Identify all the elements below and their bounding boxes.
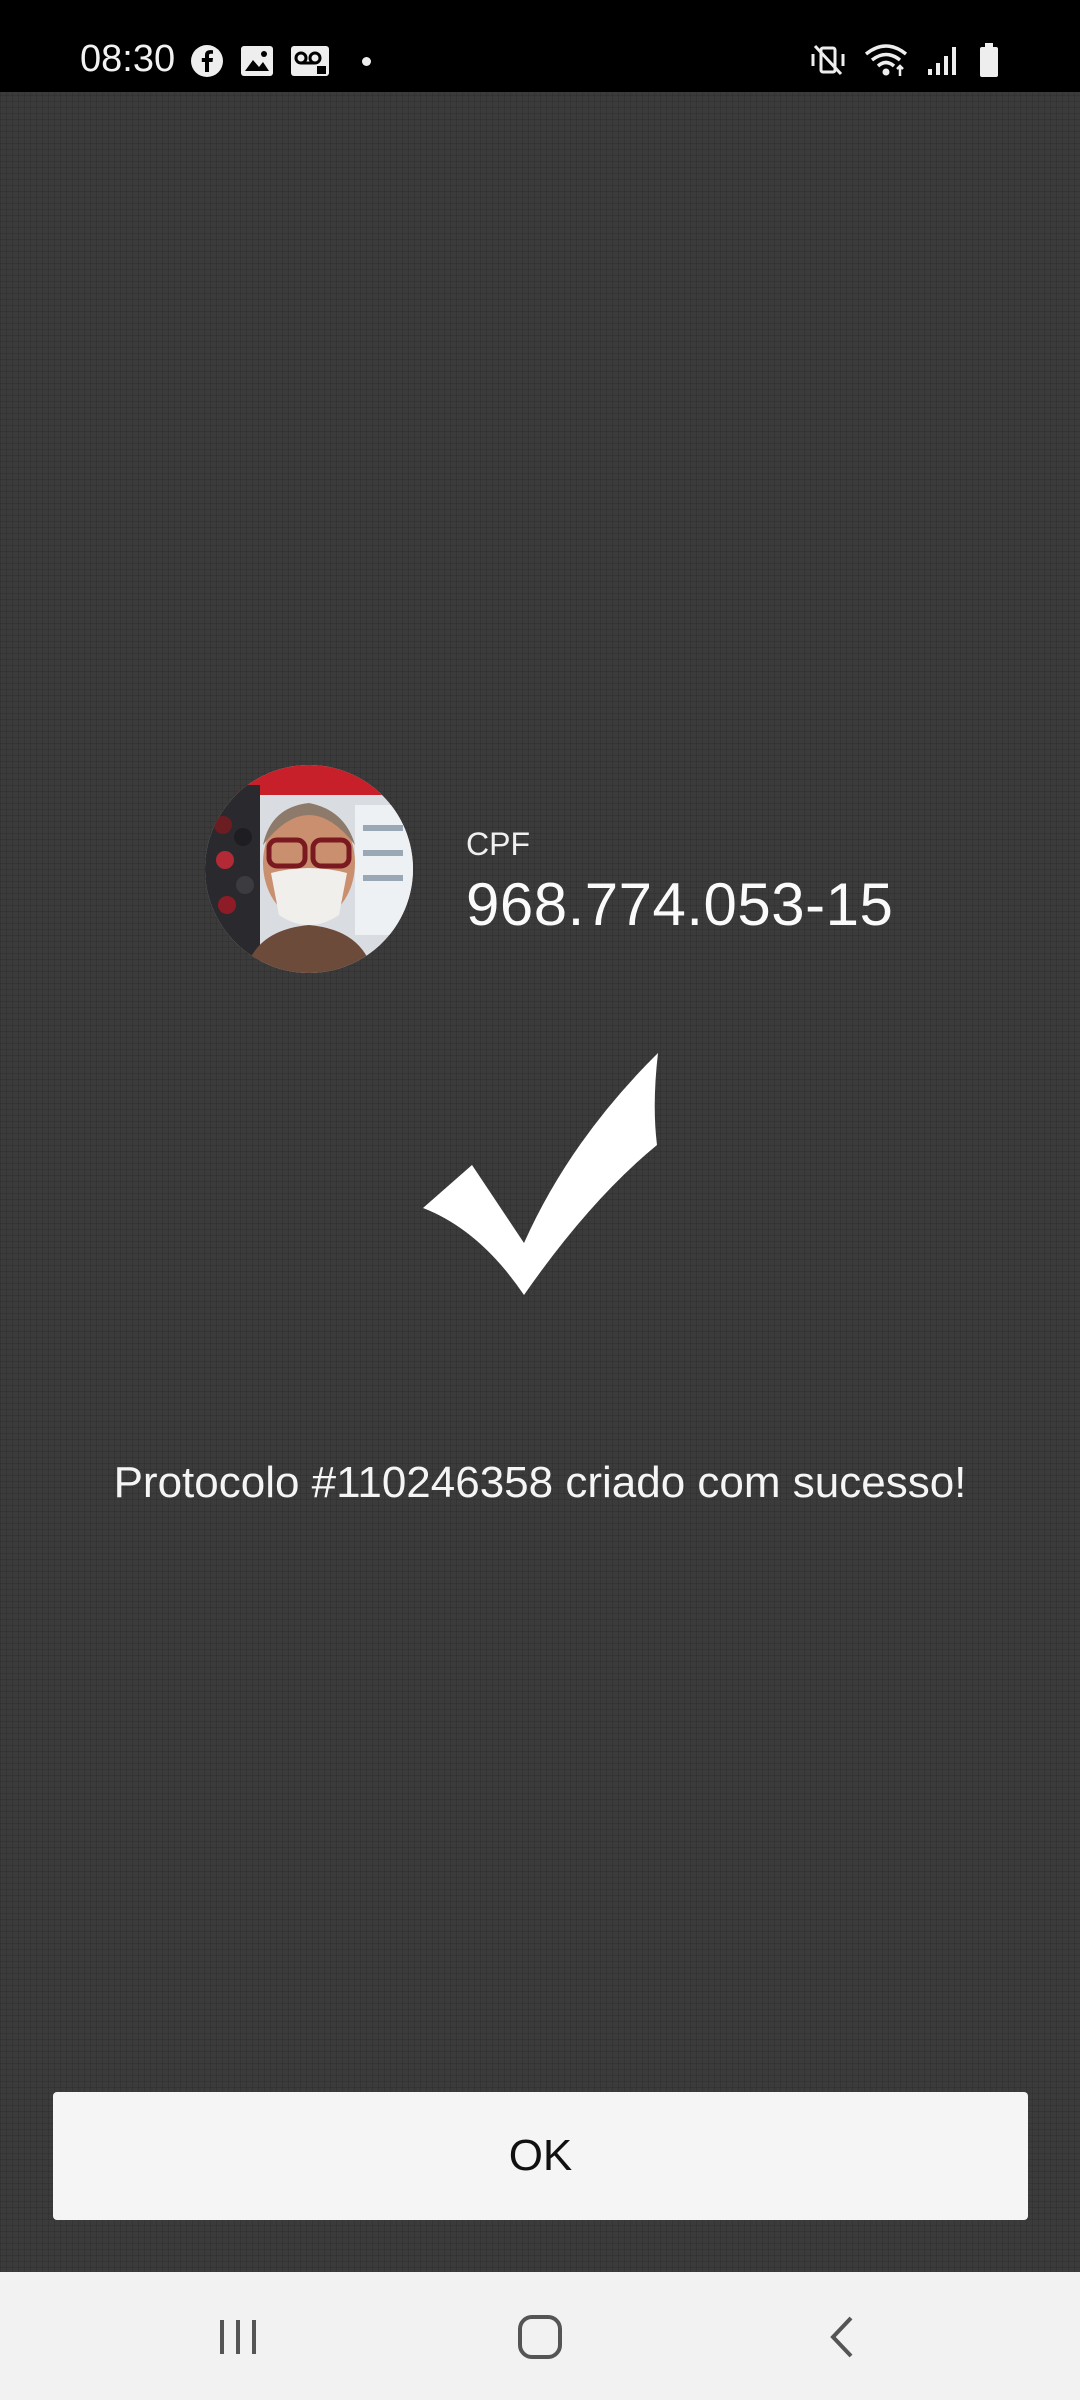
ok-button[interactable]: OK: [53, 2092, 1028, 2220]
system-icons: [810, 42, 1000, 78]
battery-icon: [980, 43, 998, 77]
dot-icon: [362, 56, 371, 66]
avatar: [205, 765, 413, 973]
success-message: Protocolo #110246358 criado com sucesso!: [113, 1458, 967, 1507]
status-time: 08:30: [80, 38, 176, 80]
cpf-label: CPF: [466, 826, 530, 862]
cpf-value: 968.774.053-15: [466, 871, 894, 938]
recents-button[interactable]: [198, 2302, 278, 2372]
facebook-icon: [191, 45, 223, 77]
back-button[interactable]: [802, 2302, 882, 2372]
home-button[interactable]: [500, 2302, 580, 2372]
recents-icon: [220, 2320, 256, 2354]
gallery-icon: [241, 46, 273, 76]
navigation-bar: [0, 2272, 1080, 2400]
back-icon: [830, 2316, 853, 2358]
wifi-icon: [864, 44, 908, 76]
notification-icons: [190, 44, 371, 78]
voicemail-icon: [291, 46, 329, 76]
vibrate-mute-icon: [811, 44, 845, 76]
signal-icon: [928, 47, 956, 75]
home-icon: [518, 2315, 562, 2359]
success-screen: 08:30 CPF 968.774.053-15 Protocolo #1102…: [0, 0, 1080, 2400]
status-bar: 08:30: [0, 0, 1080, 92]
checkmark-icon: [423, 1053, 658, 1295]
